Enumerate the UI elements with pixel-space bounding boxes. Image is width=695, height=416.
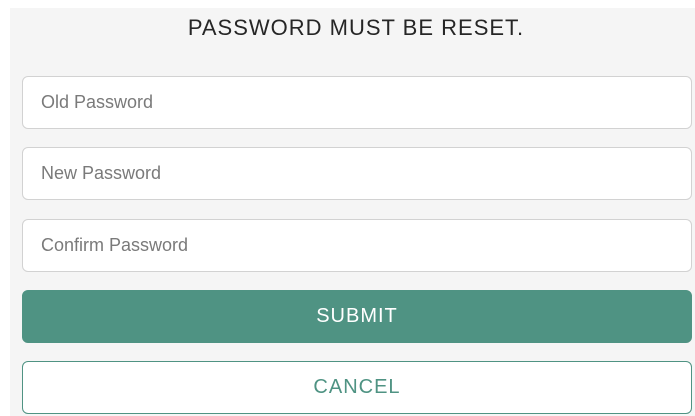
old-password-input[interactable]	[22, 76, 692, 129]
new-password-input[interactable]	[22, 147, 692, 200]
reset-password-panel	[10, 8, 695, 416]
page-title: PASSWORD MUST BE RESET.	[187, 15, 525, 40]
confirm-password-input[interactable]	[22, 219, 692, 272]
cancel-button[interactable]: CANCEL	[22, 361, 692, 414]
submit-button[interactable]: SUBMIT	[22, 290, 692, 343]
